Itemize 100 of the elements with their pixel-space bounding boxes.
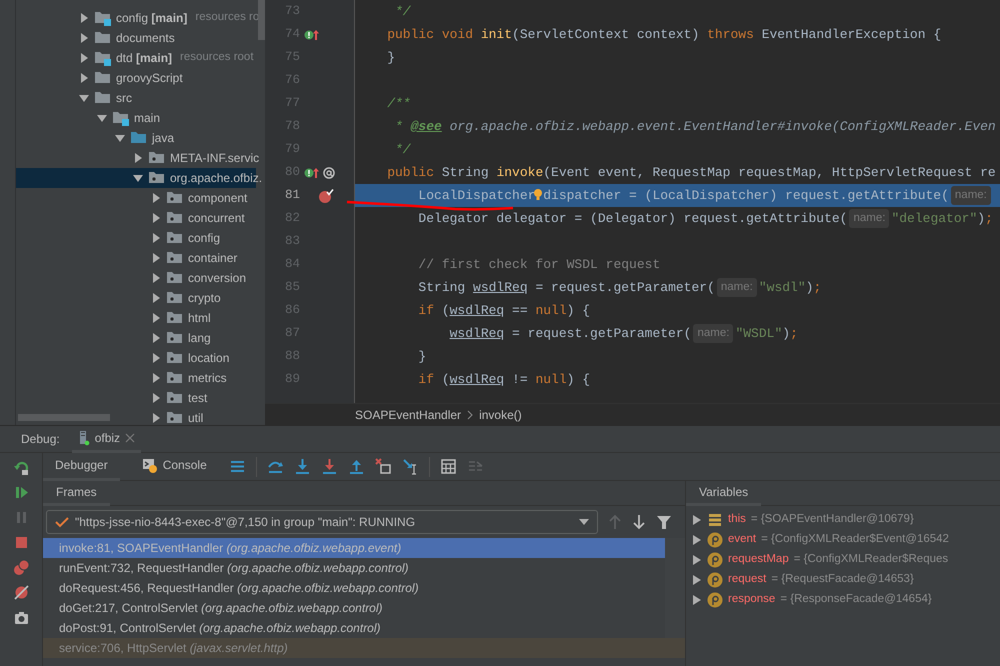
tree-item[interactable]: src (16, 88, 256, 108)
expand-arrow-icon[interactable] (150, 292, 162, 304)
tree-label: src (116, 90, 132, 107)
variable-name: this (728, 512, 746, 528)
drop-frame-icon[interactable] (374, 458, 392, 475)
tree-label: concurrent (188, 210, 245, 227)
folder-icon (94, 70, 112, 86)
at-sign-icon[interactable] (322, 166, 336, 180)
tree-label: config [main] (116, 10, 188, 27)
expand-arrow-icon[interactable] (150, 332, 162, 344)
console-icon (142, 457, 158, 473)
expand-arrow-icon[interactable] (692, 554, 702, 566)
expand-arrow-icon[interactable] (150, 372, 162, 384)
code-line: * @see org.apache.ofbiz.webapp.event.EventHandler#invoke(ConfigXMLReader.Even (394, 118, 997, 136)
tree-item[interactable]: groovyScript (16, 68, 256, 88)
expand-arrow-icon[interactable] (692, 534, 702, 546)
folder-icon (94, 30, 112, 46)
scrollbar[interactable] (258, 0, 265, 40)
tab[interactable]: Debugger (43, 452, 120, 480)
filter-icon[interactable] (656, 514, 672, 530)
tree-item[interactable]: conversion (16, 268, 256, 288)
stack-frame[interactable]: doPost:91, ControlServlet (org.apache.ofbiz.webapp.control) (43, 618, 665, 638)
tree-item[interactable]: crypto (16, 288, 256, 308)
run-to-cursor-icon[interactable] (402, 458, 419, 475)
dropdown-caret-icon (579, 519, 589, 525)
code-line: if (wsdlReq != null) { (417, 370, 592, 389)
force-step-into-icon[interactable] (320, 458, 338, 475)
expand-arrow-icon[interactable] (692, 514, 702, 526)
tree-item[interactable]: test (16, 388, 256, 408)
chevron-icon (467, 410, 474, 420)
lightbulb-icon[interactable] (534, 189, 542, 201)
tree-item[interactable]: container (16, 248, 256, 268)
expand-arrow-icon[interactable] (692, 574, 702, 586)
tree-item[interactable]: config (16, 228, 256, 248)
menu-icon[interactable] (228, 458, 246, 475)
panel-label: Debug: (21, 431, 60, 448)
expand-arrow-icon[interactable] (150, 412, 162, 424)
expand-arrow-icon[interactable] (150, 272, 162, 284)
tree-item[interactable]: documents (16, 28, 256, 48)
expand-arrow-icon[interactable] (132, 152, 144, 164)
step-into-icon[interactable] (294, 458, 311, 475)
tree-label: org.apache.ofbiz. (170, 170, 262, 187)
tree-item[interactable]: metrics (16, 368, 256, 388)
down-arrow-icon[interactable] (632, 514, 646, 530)
session-tab[interactable]: ofbiz (72, 426, 142, 452)
tab[interactable]: Console (130, 452, 219, 480)
stack-frame[interactable]: doRequest:456, RequestHandler (org.apache.ofbiz.webapp.control) (43, 578, 665, 598)
expand-arrow-icon[interactable] (150, 252, 162, 264)
mute-breakpoints-icon[interactable] (12, 584, 30, 601)
package-icon (166, 390, 184, 406)
breadcrumb-item[interactable]: invoke() (479, 406, 522, 424)
variable-value: = {ConfigXMLReader$Event@16542 (761, 532, 949, 548)
expand-arrow-icon[interactable] (78, 72, 90, 84)
tree-item[interactable]: util (16, 408, 256, 425)
tree-item[interactable]: dtd [main] resources root (16, 48, 256, 68)
expand-arrow-icon[interactable] (150, 212, 162, 224)
tree-label: metrics (188, 370, 227, 387)
expand-arrow-icon[interactable] (78, 32, 90, 44)
package-icon (166, 230, 184, 246)
code-line: // first check for WSDL request (417, 256, 662, 274)
breakpoint-icon[interactable] (318, 188, 334, 204)
rerun-icon[interactable] (12, 459, 30, 476)
expand-arrow-icon[interactable] (150, 312, 162, 324)
stack-frame[interactable]: doGet:217, ControlServlet (org.apache.ofbiz.webapp.control) (43, 598, 665, 618)
override-icon[interactable] (304, 28, 320, 42)
parameter-icon (707, 552, 723, 568)
tree-item[interactable]: location (16, 348, 256, 368)
module-folder-icon (94, 50, 112, 66)
expand-arrow-icon[interactable] (692, 594, 702, 606)
collapse-arrow-icon[interactable] (132, 172, 144, 184)
scrollbar[interactable] (18, 414, 110, 421)
tree-item[interactable]: java (16, 128, 256, 148)
breadcrumb-item[interactable]: SOAPEventHandler (355, 406, 462, 424)
variable-value: = {SOAPEventHandler@10679} (750, 512, 914, 528)
expand-arrow-icon[interactable] (78, 52, 90, 64)
code-line: String wsdlReq = request.getParameter( name: "wsdl"); (355, 276, 1000, 299)
expand-arrow-icon[interactable] (150, 232, 162, 244)
collapse-arrow-icon[interactable] (96, 112, 108, 124)
calculator-icon[interactable] (440, 458, 457, 475)
package-icon (166, 190, 184, 206)
step-out-icon[interactable] (348, 458, 365, 475)
stack-frame[interactable]: runEvent:732, RequestHandler (org.apache.ofbiz.webapp.control) (43, 558, 665, 578)
tree-item[interactable]: lang (16, 328, 256, 348)
expand-arrow-icon[interactable] (150, 192, 162, 204)
code-line: } (417, 348, 428, 366)
tree-item[interactable]: concurrent (16, 208, 256, 228)
collapse-arrow-icon[interactable] (78, 92, 90, 104)
tree-item[interactable]: main (16, 108, 256, 128)
tree-label: java (152, 130, 174, 147)
tree-item[interactable]: html (16, 308, 256, 328)
breakpoints-icon[interactable] (12, 559, 30, 576)
camera-icon[interactable] (12, 609, 30, 626)
tree-label: main (134, 110, 160, 127)
override-icon[interactable] (304, 166, 320, 180)
tree-item[interactable]: component (16, 188, 256, 208)
expand-arrow-icon[interactable] (150, 392, 162, 404)
collapse-arrow-icon[interactable] (114, 132, 126, 144)
expand-arrow-icon[interactable] (78, 12, 90, 24)
thread-dropdown[interactable]: "https-jsse-nio-8443-exec-8"@7,150 in group "main": RUNNING (46, 510, 598, 534)
expand-arrow-icon[interactable] (150, 352, 162, 364)
